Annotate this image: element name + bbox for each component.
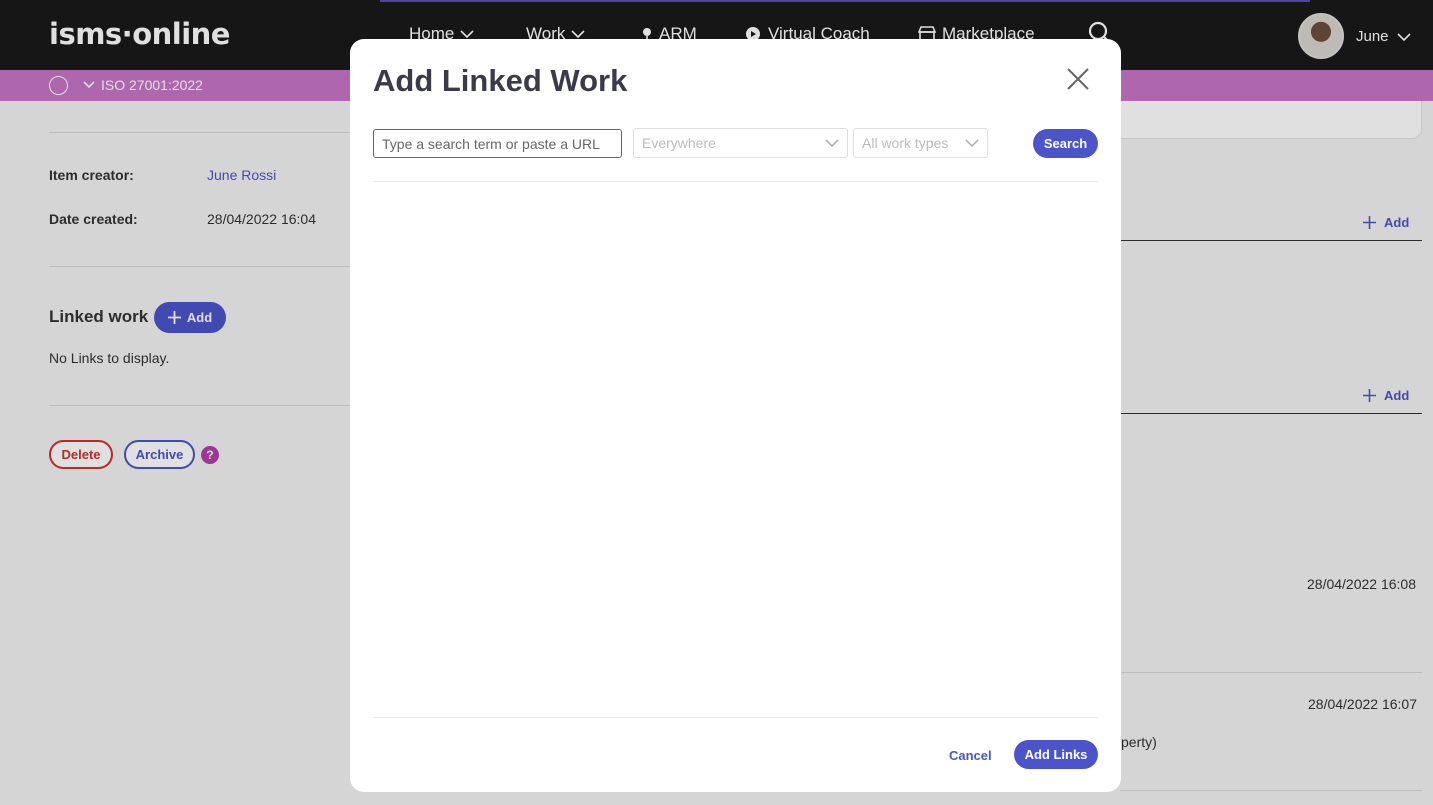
chevron-down-icon — [825, 138, 839, 147]
search-input[interactable] — [373, 129, 622, 158]
add-linked-work-modal: Add Linked Work Everywhere All work type… — [350, 39, 1121, 792]
modal-title: Add Linked Work — [373, 63, 628, 98]
scope-select[interactable]: Everywhere — [633, 128, 848, 158]
close-icon[interactable] — [1064, 65, 1092, 93]
scope-select-value: Everywhere — [642, 135, 716, 151]
work-type-select[interactable]: All work types — [853, 128, 988, 158]
divider — [373, 181, 1098, 182]
divider — [373, 717, 1098, 718]
chevron-down-icon — [965, 138, 979, 147]
cancel-button[interactable]: Cancel — [949, 748, 992, 763]
work-type-select-value: All work types — [862, 135, 949, 151]
add-links-button[interactable]: Add Links — [1014, 740, 1098, 769]
search-button[interactable]: Search — [1033, 129, 1098, 158]
